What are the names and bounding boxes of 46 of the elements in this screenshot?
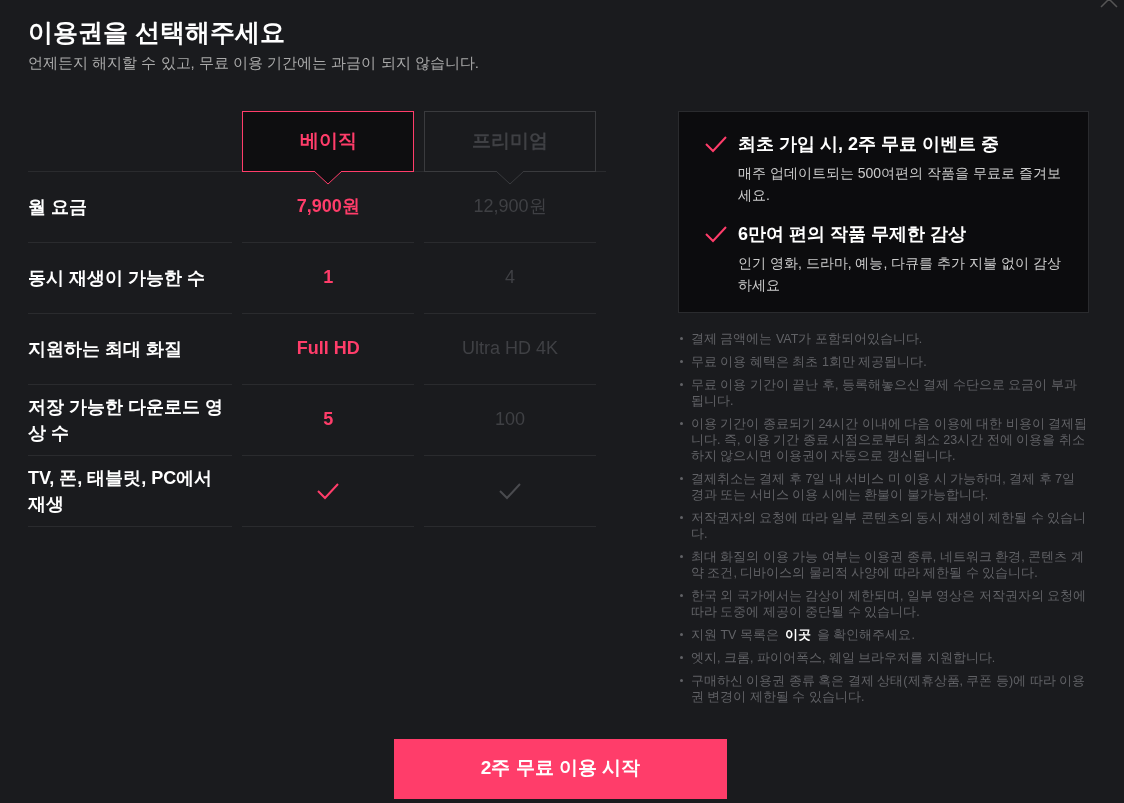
page-title: 이용권을 선택해주세요 — [28, 17, 286, 48]
pointer-icon — [496, 170, 525, 185]
close-icon[interactable] — [1100, 0, 1118, 8]
bullet-icon — [680, 655, 683, 659]
start-trial-button[interactable]: 2주 무료 이용 시작 — [394, 738, 727, 799]
benefit-title: 최초 가입 시, 2주 무료 이벤트 중 — [738, 132, 1001, 156]
feature-label: 동시 재생이 가능한 수 — [28, 266, 205, 290]
note-text: 지원 TV 목록은 — [691, 626, 779, 643]
page-subtitle: 언제든지 해지할 수 있고, 무료 이용 기간에는 과금이 되지 않습니다. — [28, 53, 480, 73]
bullet-icon — [680, 336, 683, 340]
benefit-description: 인기 영화, 드라마, 예능, 다큐를 추가 지불 없이 감상하세요 — [738, 253, 1062, 295]
note-text: 최대 화질의 이용 가능 여부는 이용권 종류, 네트워크 환경, 콘텐츠 계약 조건, 디바이스의 물리적 사양에 따라 제한될 수 있습니다. — [691, 548, 1085, 581]
bullet-icon — [680, 359, 683, 363]
note-text: 이용 기간이 종료되기 24시간 이내에 다음 이용에 대한 비용이 결제됩니다. 즉, 이용 기간 종료 시점으로부터 최소 23시간 전에 이용을 취소하지 않으시면 이용권이 자동으로 갱신됩니다. — [691, 415, 1089, 464]
feature-label: 지원하는 최대 화질 — [28, 337, 182, 361]
plan-value: 5 — [323, 408, 334, 431]
plan-value: 7,900원 — [296, 195, 360, 218]
note-text: 한국 외 국가에서는 감상이 제한되며, 일부 영상은 저작권자의 요청에 따라 도중에 제공이 중단될 수 있습니다. — [691, 587, 1088, 620]
check-icon — [704, 134, 728, 153]
plan-value: Full HD — [296, 337, 360, 360]
note-text: 을 확인해주세요. — [816, 626, 915, 643]
note-text: 저작권자의 요청에 따라 일부 콘텐츠의 동시 재생이 제한될 수 있습니다. — [691, 509, 1088, 542]
bullet-icon — [680, 476, 683, 480]
feature-label: 저장 가능한 다운로드 영상 수 — [28, 395, 224, 445]
bullet-icon — [680, 593, 683, 597]
note-text: 무료 이용 혜택은 최초 1회만 제공됩니다. — [691, 353, 927, 370]
pointer-icon — [314, 170, 343, 185]
bullet-icon — [680, 382, 683, 386]
plan-tab[interactable]: 베이직 — [242, 110, 415, 172]
note-text: 엣지, 크롬, 파이어폭스, 웨일 브라우저를 지원합니다. — [691, 649, 996, 666]
bullet-icon — [680, 678, 683, 682]
note-text: 결제취소는 결제 후 7일 내 서비스 미 이용 시 가능하며, 결제 후 7일 경과 또는 서비스 이용 시에는 환불이 불가능합니다. — [691, 470, 1077, 503]
plan-value: 1 — [323, 266, 334, 289]
bullet-icon — [680, 515, 683, 519]
note-text: 결제 금액에는 VAT가 포함되어있습니다. — [691, 330, 923, 347]
feature-label: 월 요금 — [28, 195, 87, 219]
note-text: 구매하신 이용권 종류 혹은 결제 상태(제휴상품, 쿠폰 등)에 따라 이용권 변경이 제한될 수 있습니다. — [691, 672, 1087, 705]
check-icon — [704, 224, 728, 243]
bullet-icon — [680, 632, 683, 636]
note-text: 무료 이용 기간이 끝난 후, 등록해놓으신 결제 수단으로 요금이 부과됩니다. — [691, 376, 1078, 409]
benefit-description: 매주 업데이트되는 500여편의 작품을 무료로 즐겨보세요. — [738, 163, 1062, 205]
benefit-title: 6만여 편의 작품 무제한 감상 — [738, 222, 967, 246]
feature-label: TV, 폰, 태블릿, PC에서 재생 — [28, 466, 214, 516]
bullet-icon — [680, 554, 683, 558]
tv-list-link[interactable]: 이곳 — [784, 626, 811, 643]
bullet-icon — [680, 421, 683, 425]
